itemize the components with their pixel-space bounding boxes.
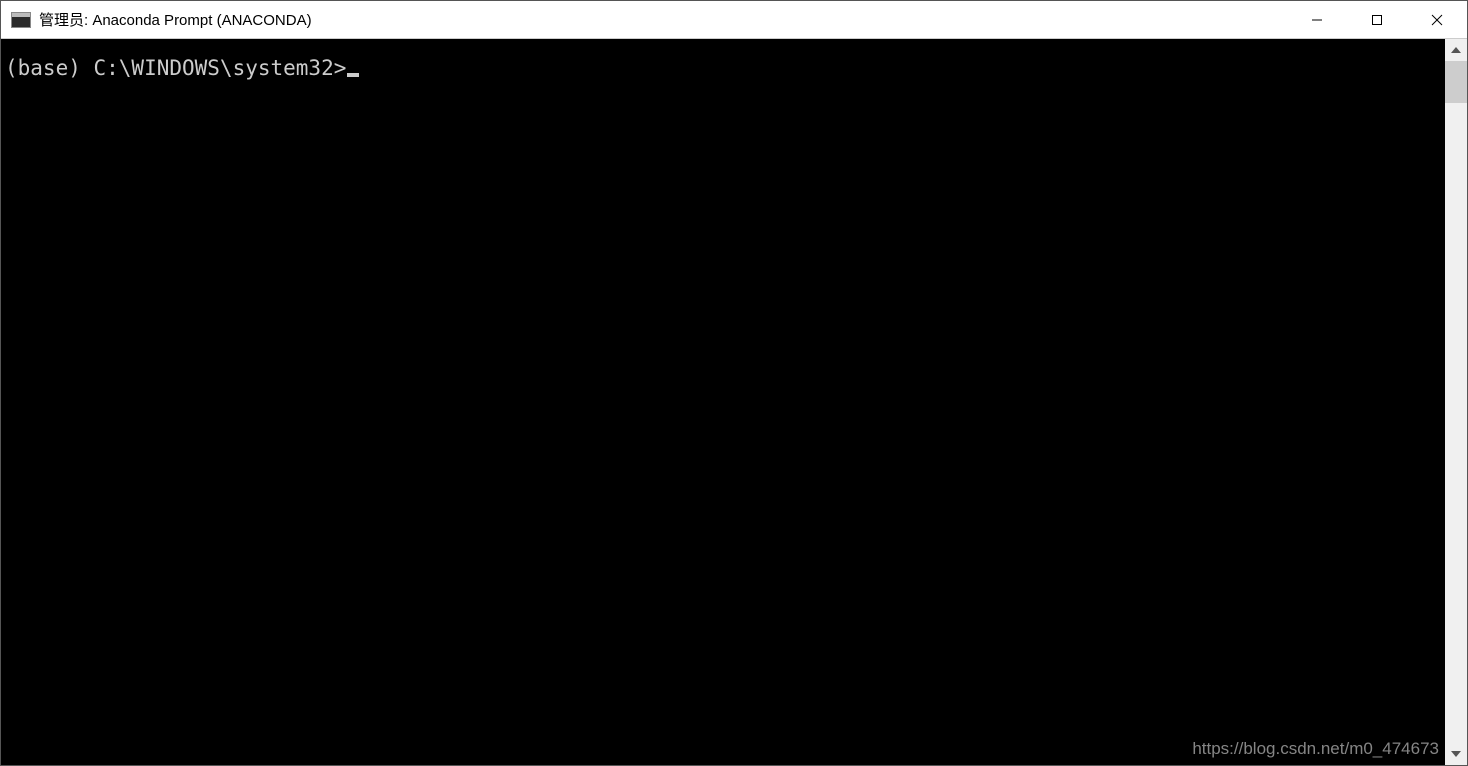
maximize-button[interactable] [1347, 1, 1407, 38]
titlebar[interactable]: 管理员: Anaconda Prompt (ANACONDA) [1, 1, 1467, 39]
scroll-thumb[interactable] [1445, 61, 1467, 103]
close-icon [1431, 14, 1443, 26]
content-area: (base) C:\WINDOWS\system32> https://blog… [1, 39, 1467, 765]
prompt-text: (base) C:\WINDOWS\system32> [5, 55, 346, 82]
close-button[interactable] [1407, 1, 1467, 38]
cursor [347, 73, 359, 77]
minimize-icon [1311, 14, 1323, 26]
terminal[interactable]: (base) C:\WINDOWS\system32> [1, 39, 1445, 765]
maximize-icon [1371, 14, 1383, 26]
minimize-button[interactable] [1287, 1, 1347, 38]
scroll-down-arrow-icon[interactable] [1445, 743, 1467, 765]
window-controls [1287, 1, 1467, 38]
vertical-scrollbar[interactable] [1445, 39, 1467, 765]
window-title: 管理员: Anaconda Prompt (ANACONDA) [39, 9, 1287, 30]
window: 管理员: Anaconda Prompt (ANACONDA) [0, 0, 1468, 766]
app-icon [11, 12, 31, 28]
scroll-up-arrow-icon[interactable] [1445, 39, 1467, 61]
scroll-track[interactable] [1445, 61, 1467, 743]
prompt-line: (base) C:\WINDOWS\system32> [5, 55, 1445, 82]
